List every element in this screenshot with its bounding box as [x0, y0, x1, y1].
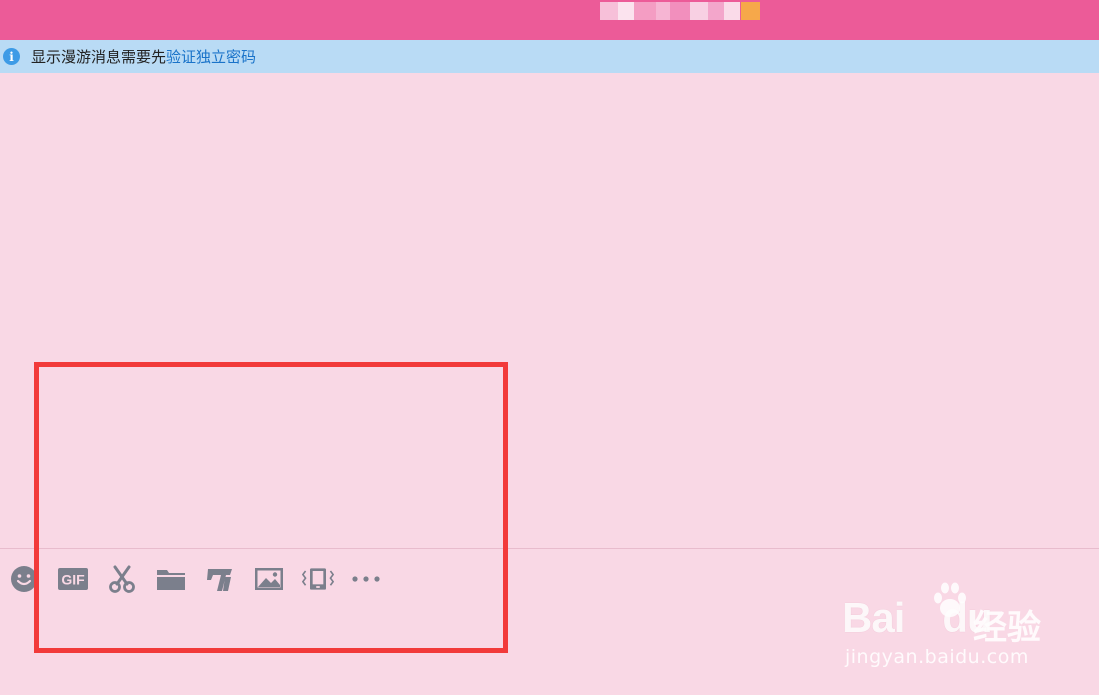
highlight-annotation-box: [34, 362, 508, 653]
watermark-cn-text: 经验: [973, 608, 1041, 648]
info-icon: i: [3, 48, 20, 65]
watermark-url: jingyan.baidu.com: [845, 646, 1029, 668]
title-bar: [0, 0, 1099, 40]
notice-bar: i 显示漫游消息需要先 验证独立密码: [0, 40, 1099, 73]
star-badge-icon: [741, 2, 760, 20]
paw-icon: [934, 582, 966, 617]
notice-text: 显示漫游消息需要先: [31, 48, 167, 66]
verify-password-link[interactable]: 验证独立密码: [166, 46, 256, 67]
blurred-title: [600, 2, 740, 20]
baidu-watermark: Bai du 经验 jingyan.baidu.com: [840, 578, 1050, 673]
